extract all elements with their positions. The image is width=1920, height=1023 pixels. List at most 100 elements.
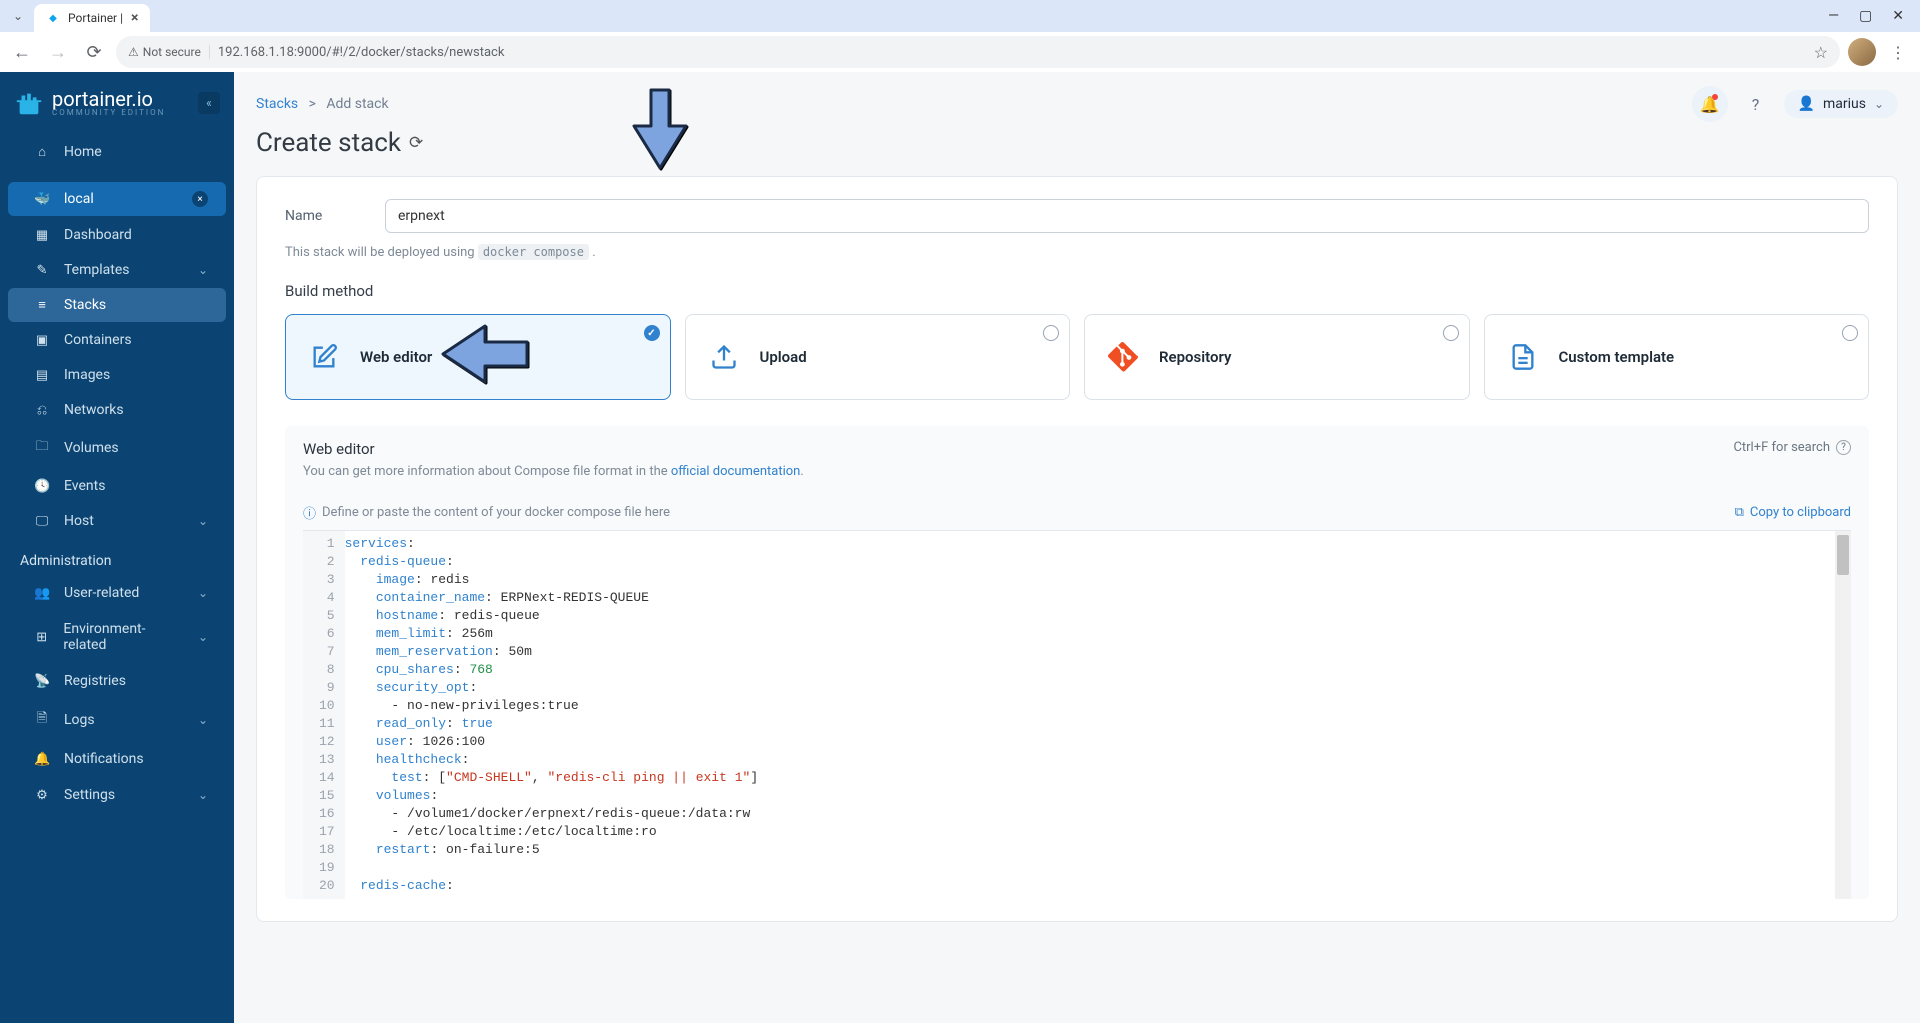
address-bar[interactable]: ⚠ Not secure 192.168.1.18:9000/#!/2/dock… — [116, 36, 1840, 68]
browser-tab-bar: ⌄ ◆ Portainer | × — ▢ ✕ — [0, 0, 1920, 32]
copy-to-clipboard-button[interactable]: ⧉ Copy to clipboard — [1735, 505, 1851, 520]
hint-text: . — [589, 245, 596, 260]
registries-icon: 📡 — [34, 674, 50, 689]
sidebar-item-user-related[interactable]: 👥User-related⌄ — [8, 576, 226, 610]
hint-text: This stack will be deployed using — [285, 245, 478, 260]
create-stack-card: Name This stack will be deployed using d… — [256, 176, 1898, 922]
sidebar-label: Logs — [64, 712, 95, 728]
chevron-down-icon: ⌄ — [198, 630, 208, 644]
sidebar-label: Notifications — [64, 751, 144, 767]
gear-icon: ⚙ — [34, 788, 50, 803]
topbar: Stacks > Add stack 🔔 ? 👤 marius ⌄ — [234, 72, 1920, 126]
stack-name-input[interactable] — [385, 199, 1869, 233]
chevron-down-icon: ⌄ — [198, 788, 208, 802]
sidebar-label: Dashboard — [64, 227, 132, 243]
nav-forward-icon[interactable]: → — [44, 38, 72, 66]
sidebar-label: Volumes — [64, 440, 119, 456]
stacks-icon: ≡ — [34, 297, 50, 313]
help-button[interactable]: ? — [1738, 86, 1774, 122]
code-content[interactable]: services: redis-queue: image: redis cont… — [345, 531, 1851, 899]
dashboard-icon: ▦ — [34, 228, 50, 243]
sidebar: portainer.io COMMUNITY EDITION « ⌂ Home … — [0, 72, 234, 1023]
editor-subtitle: You can get more information about Compo… — [303, 464, 804, 479]
sidebar-item-dashboard[interactable]: ▦ Dashboard — [8, 218, 226, 252]
edit-icon — [304, 337, 344, 377]
name-label: Name — [285, 208, 325, 224]
docs-link[interactable]: official documentation — [671, 464, 800, 479]
user-menu[interactable]: 👤 marius ⌄ — [1784, 90, 1898, 118]
code-editor[interactable]: 1234567891011121314151617181920 services… — [303, 530, 1851, 899]
copy-label: Copy to clipboard — [1750, 505, 1851, 520]
user-icon: 👤 — [1798, 96, 1815, 112]
nav-back-icon[interactable]: ← — [8, 38, 36, 66]
page-title: Create stack ⟳ — [234, 126, 1920, 176]
browser-menu-icon[interactable]: ⋮ — [1884, 38, 1912, 66]
main-content: Stacks > Add stack 🔔 ? 👤 marius ⌄ Create… — [234, 72, 1920, 1023]
window-close-icon[interactable]: ✕ — [1892, 8, 1904, 24]
tab-close-icon[interactable]: × — [131, 10, 138, 26]
sidebar-label: Containers — [64, 332, 132, 348]
git-icon — [1103, 337, 1143, 377]
sidebar-label: Events — [64, 478, 105, 494]
sidebar-item-registries[interactable]: 📡Registries — [8, 664, 226, 698]
sidebar-item-settings[interactable]: ⚙Settings⌄ — [8, 778, 226, 812]
bookmark-star-icon[interactable]: ☆ — [1814, 43, 1828, 62]
sidebar-item-containers[interactable]: ▣Containers — [8, 323, 226, 357]
security-indicator[interactable]: ⚠ Not secure — [128, 45, 210, 59]
notifications-button[interactable]: 🔔 — [1692, 86, 1728, 122]
sidebar-item-templates[interactable]: ✎Templates⌄ — [8, 253, 226, 287]
logs-icon: 🗎 — [34, 709, 50, 731]
warning-icon: ⚠ — [128, 45, 139, 59]
sidebar-item-images[interactable]: ▤Images — [8, 358, 226, 392]
browser-toolbar: ← → ⟳ ⚠ Not secure 192.168.1.18:9000/#!/… — [0, 32, 1920, 72]
profile-avatar-icon[interactable] — [1848, 38, 1876, 66]
web-editor-section: Web editor You can get more information … — [285, 426, 1869, 899]
radio-icon — [1443, 325, 1459, 341]
sidebar-item-logs[interactable]: 🗎 Logs ⌄ — [8, 700, 226, 740]
editor-scrollbar[interactable] — [1835, 531, 1851, 899]
sidebar-item-events[interactable]: 🕓Events — [8, 469, 226, 503]
chevron-down-icon: ⌄ — [198, 586, 208, 600]
images-icon: ▤ — [34, 368, 50, 383]
browser-tab[interactable]: ◆ Portainer | × — [34, 4, 150, 32]
sidebar-label: local — [64, 191, 94, 207]
sidebar-item-environment-related[interactable]: ⊞Environment-related⌄ — [8, 612, 226, 662]
brand: portainer.io COMMUNITY EDITION « — [0, 72, 234, 134]
info-icon: ⓘ — [303, 503, 316, 522]
host-icon: 🖵 — [34, 514, 50, 529]
sidebar-item-notifications[interactable]: 🔔Notifications — [8, 742, 226, 776]
window-minimize-icon[interactable]: — — [1828, 8, 1839, 24]
breadcrumb-current: Add stack — [326, 96, 388, 112]
radio-selected-icon — [644, 325, 660, 341]
sidebar-env-children: ▦ Dashboard ✎Templates⌄ ≡Stacks ▣Containe… — [0, 217, 234, 539]
build-card-custom-template[interactable]: Custom template — [1484, 314, 1870, 400]
breadcrumb: Stacks > Add stack — [256, 96, 389, 112]
refresh-icon[interactable]: ⟳ — [409, 133, 423, 153]
editor-search-hint: Ctrl+F for search ? — [1733, 440, 1851, 455]
chevron-down-icon: ⌄ — [198, 713, 208, 727]
chevron-down-icon: ⌄ — [198, 514, 208, 528]
deploy-hint: This stack will be deployed using docker… — [285, 245, 1869, 260]
build-card-title: Web editor — [360, 348, 432, 366]
sidebar-item-home[interactable]: ⌂ Home — [8, 135, 226, 169]
scrollbar-thumb[interactable] — [1837, 535, 1849, 575]
sidebar-item-stacks[interactable]: ≡Stacks — [8, 288, 226, 322]
build-card-upload[interactable]: Upload — [685, 314, 1071, 400]
tabs-dropdown-icon[interactable]: ⌄ — [8, 6, 28, 26]
window-maximize-icon[interactable]: ▢ — [1859, 8, 1872, 24]
annotation-arrow-down-icon — [624, 84, 694, 176]
users-icon: 👥 — [34, 586, 50, 601]
sidebar-environment[interactable]: 🐳 local × — [8, 182, 226, 216]
sidebar-item-networks[interactable]: ⎌Networks — [8, 393, 226, 427]
env-close-icon[interactable]: × — [192, 191, 208, 207]
sidebar-item-volumes[interactable]: 🗀Volumes — [8, 428, 226, 468]
build-card-repository[interactable]: Repository — [1084, 314, 1470, 400]
tab-favicon-icon: ◆ — [46, 11, 60, 25]
nav-reload-icon[interactable]: ⟳ — [80, 38, 108, 66]
help-icon[interactable]: ? — [1836, 440, 1851, 455]
sidebar-item-host[interactable]: 🖵Host⌄ — [8, 504, 226, 538]
templates-icon: ✎ — [34, 263, 50, 278]
sidebar-collapse-button[interactable]: « — [198, 92, 220, 114]
breadcrumb-root[interactable]: Stacks — [256, 96, 298, 112]
page-title-text: Create stack — [256, 128, 401, 158]
